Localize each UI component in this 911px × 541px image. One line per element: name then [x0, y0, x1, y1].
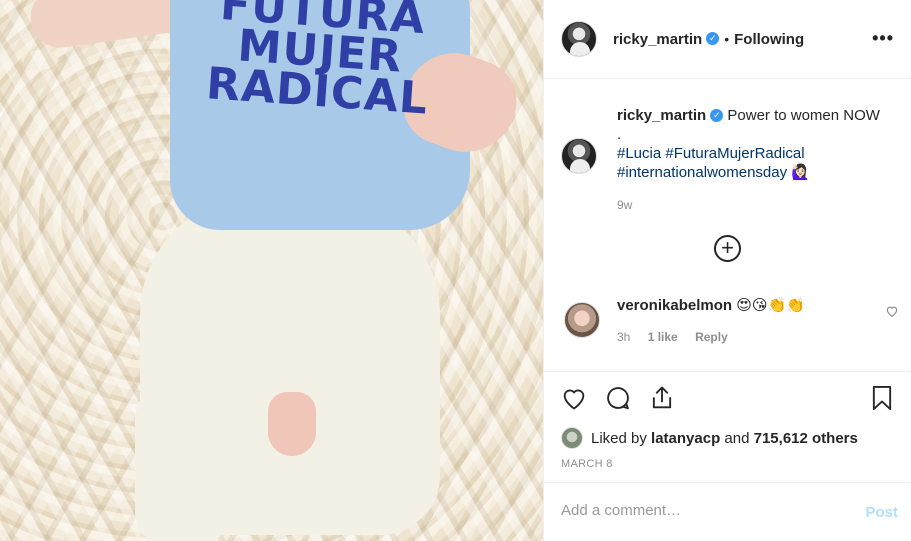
caption: ricky_martin ✓ Power to women NOW . #Luci…	[617, 106, 897, 182]
plus-circle-icon[interactable]: +	[714, 235, 741, 262]
hashtag-link[interactable]: #Lucia	[617, 145, 661, 162]
comment-icon[interactable]	[604, 384, 632, 412]
post-date[interactable]: MARCH 8	[561, 458, 613, 470]
caption-emoji: 🙋🏻‍♀️	[791, 163, 810, 181]
baby-foot	[268, 392, 316, 456]
hashtag-link[interactable]: #internationalwomensday	[617, 164, 787, 181]
comment-username[interactable]: veronikabelmon	[617, 297, 732, 314]
caption-text: Power to women NOW	[727, 107, 880, 124]
caption-username[interactable]: ricky_martin	[617, 107, 706, 124]
post-photo[interactable]: FUTURA MUJER RADICAL	[0, 0, 543, 541]
heart-icon[interactable]	[560, 384, 588, 412]
reply-button[interactable]: Reply	[695, 330, 728, 344]
likes-summary: Liked by latanyacp and 715,612 others	[561, 427, 858, 449]
hashtag-link[interactable]: #FuturaMujerRadical	[665, 145, 804, 162]
avatar[interactable]	[561, 21, 597, 57]
liker-username[interactable]: latanyacp	[651, 430, 720, 447]
comment-heart-icon[interactable]	[885, 304, 899, 318]
comment-body: 😍😘👏👏	[736, 296, 805, 314]
share-icon[interactable]	[648, 384, 676, 412]
post-button[interactable]: Post	[865, 504, 898, 521]
caption-time[interactable]: 9w	[617, 198, 632, 212]
comment-likes[interactable]: 1 like	[648, 330, 678, 344]
comments-area: ricky_martin ✓ Power to women NOW . #Luci…	[544, 80, 911, 370]
comment-input[interactable]	[561, 502, 841, 519]
more-options-icon[interactable]: •••	[872, 28, 894, 49]
verified-badge-icon: ✓	[710, 108, 724, 122]
likes-others-link[interactable]: 715,612 others	[754, 430, 858, 447]
post-actions: Liked by latanyacp and 715,612 others MA…	[544, 371, 911, 481]
caption-dot: .	[617, 126, 622, 143]
separator-dot: •	[724, 31, 730, 47]
caption-avatar[interactable]	[561, 138, 597, 174]
baby-leg-left	[135, 380, 230, 541]
header-user-info: ricky_martin ✓ • Following	[613, 31, 804, 48]
shirt-print-text: FUTURA MUJER RADICAL	[204, 0, 430, 125]
post-side-panel: ricky_martin ✓ • Following ••• ricky_mar…	[543, 0, 911, 541]
bookmark-icon[interactable]	[868, 384, 896, 412]
comment-time[interactable]: 3h	[617, 330, 630, 344]
avatar[interactable]	[564, 302, 600, 338]
comment-meta: 3h 1 like Reply	[617, 330, 742, 344]
comment-form: Post	[544, 482, 911, 541]
following-button[interactable]: Following	[734, 31, 804, 48]
avatar[interactable]	[561, 427, 583, 449]
comment-text: veronikabelmon 😍😘👏👏	[617, 296, 805, 314]
verified-badge-icon: ✓	[706, 31, 720, 45]
post-header: ricky_martin ✓ • Following •••	[544, 0, 911, 79]
likes-prefix: Liked by	[591, 429, 647, 447]
likes-joiner: and	[724, 429, 750, 447]
header-username[interactable]: ricky_martin	[613, 31, 702, 48]
